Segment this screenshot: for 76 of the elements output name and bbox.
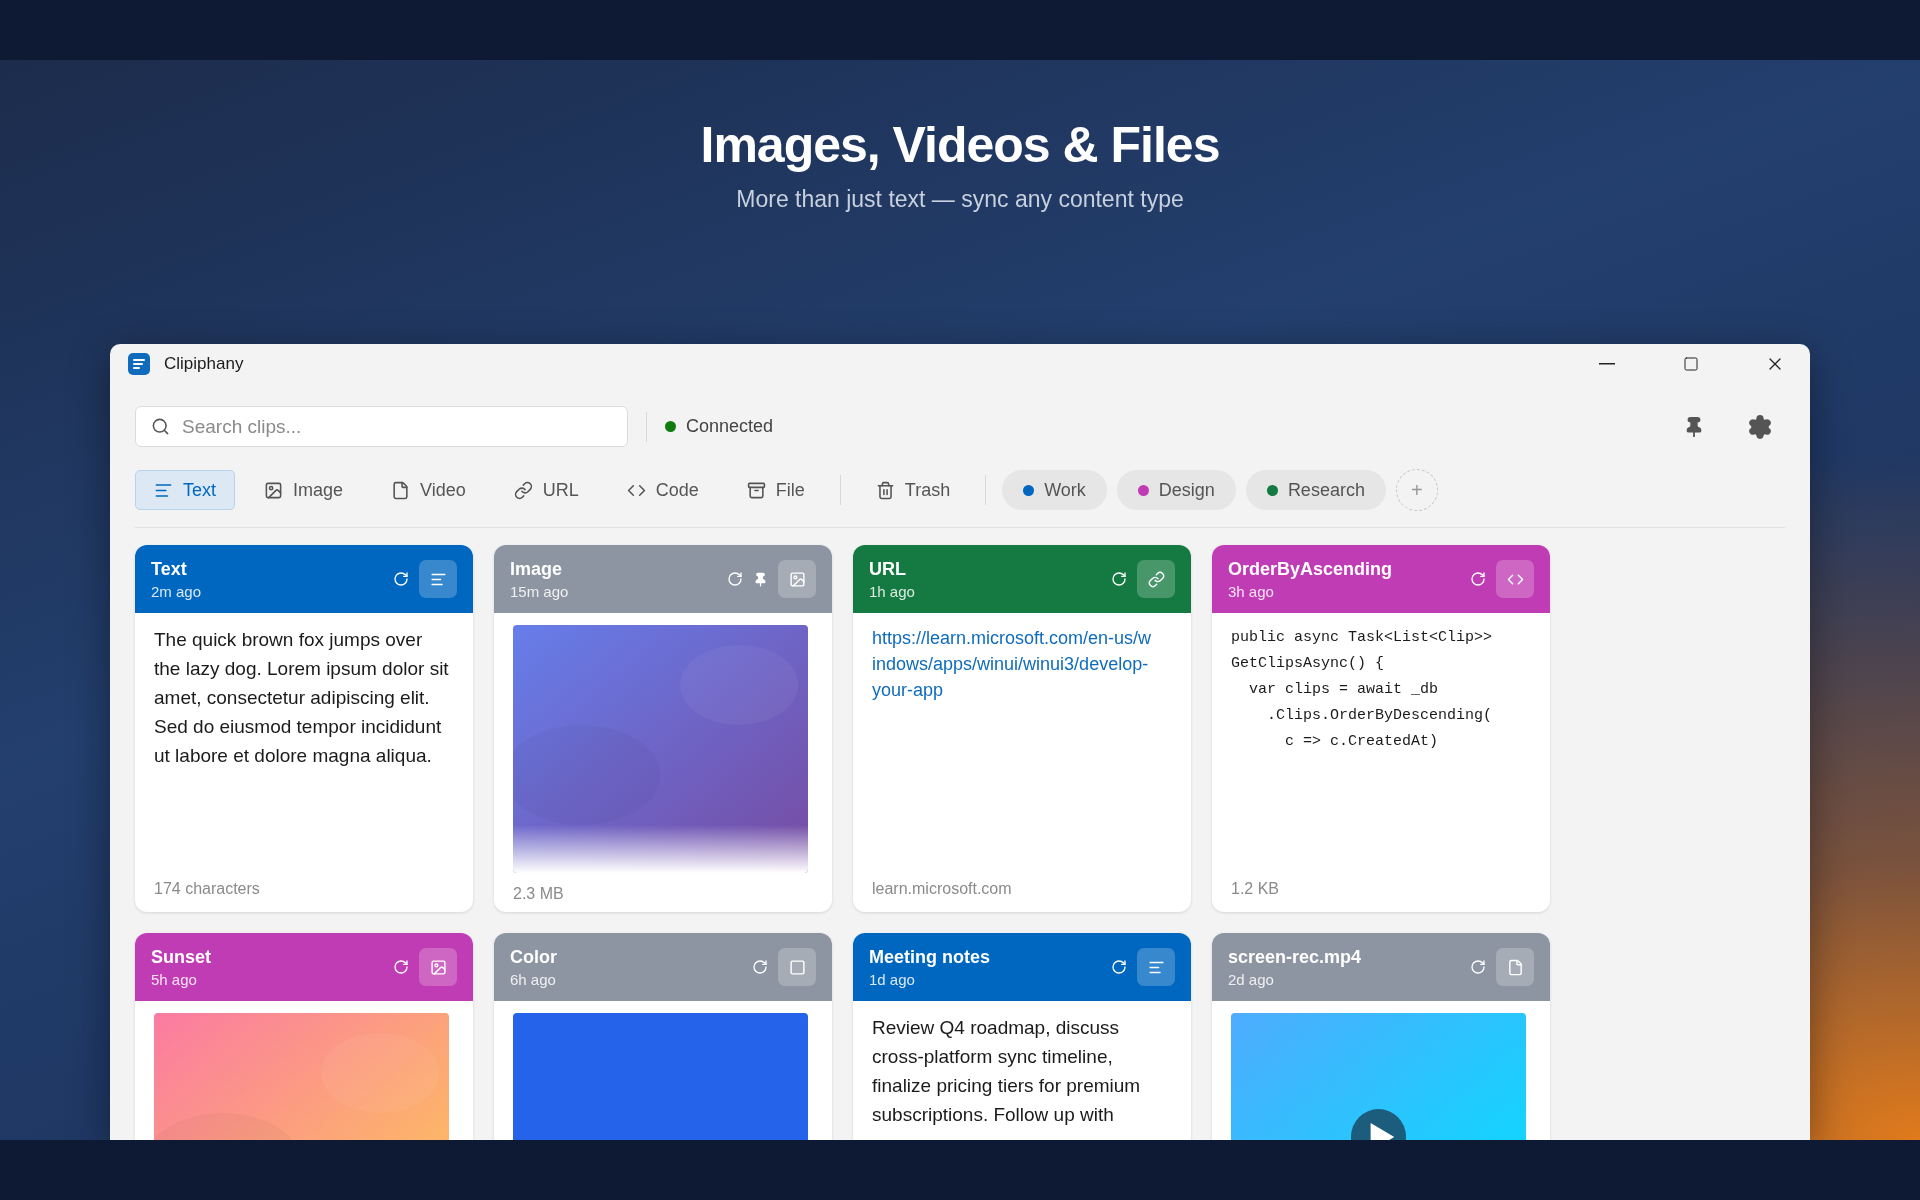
- image-icon: [264, 480, 283, 500]
- type-tab[interactable]: URL: [494, 470, 598, 510]
- sync-icon: [1470, 959, 1486, 975]
- clip-card[interactable]: Meeting notes 1d ago Review Q4 roadmap, discuss cross-platform sync timeline, finalize pricing tiers for premium subscriptions. Follow up with: [853, 933, 1191, 1140]
- clip-time: 15m ago: [510, 582, 570, 600]
- clip-type-button[interactable]: [419, 948, 457, 986]
- clip-time: 1d ago: [869, 970, 916, 988]
- clip-link[interactable]: https://learn.microsoft.com/en-us/windows/apps/winui/winui3/develop-your-app: [872, 625, 1167, 703]
- connection-status: Connected: [686, 416, 774, 437]
- clip-meta: 1.2 KB: [1231, 879, 1281, 899]
- sync-icon: [393, 571, 409, 587]
- image-icon: [788, 570, 806, 588]
- type-tab[interactable]: Video: [372, 470, 485, 510]
- clip-time: 5h ago: [151, 970, 198, 988]
- clip-type-button[interactable]: [1496, 560, 1534, 598]
- sync-icon: [1111, 959, 1127, 975]
- app-logo-icon: [128, 353, 150, 375]
- archive-icon: [746, 480, 766, 500]
- sync-icon: [1470, 571, 1486, 587]
- minimize-icon: [1599, 363, 1615, 365]
- square-icon: [788, 958, 806, 976]
- clip-card[interactable]: Sunset 5h ago: [135, 933, 473, 1140]
- file-icon: [1506, 958, 1524, 976]
- clip-time: 6h ago: [510, 970, 557, 988]
- sync-icon: [1111, 571, 1127, 587]
- clip-type-button[interactable]: [1137, 948, 1175, 986]
- link-icon: [1147, 570, 1165, 588]
- image-icon: [429, 958, 447, 976]
- hero-subtitle: More than just text — sync any content type: [736, 186, 1184, 213]
- link-icon: [513, 480, 533, 500]
- clip-meta: 2.3 MB: [513, 884, 565, 904]
- clip-type-button[interactable]: [1496, 948, 1534, 986]
- clip-meta: learn.microsoft.com: [872, 879, 1013, 899]
- code-snippet: public async Task<List<Clip>> GetClipsAsync() { var clips = await _db .Clips.OrderByDescending( c => c.CreatedAt): [1231, 628, 1494, 752]
- trash-icon: [875, 480, 895, 500]
- clip-meta: 174 characters: [154, 879, 261, 899]
- clip-title: screen-rec.mp4: [1228, 946, 1363, 968]
- clip-title: Meeting notes: [869, 946, 991, 968]
- window-title: Clipiphany: [164, 354, 245, 374]
- trash-tab[interactable]: Trash: [856, 470, 970, 510]
- clip-title: Sunset: [151, 946, 212, 968]
- clip-card[interactable]: Image 15m ago 2.3 MB: [494, 545, 832, 912]
- file-icon: [391, 480, 411, 500]
- clip-type-button[interactable]: [778, 948, 816, 986]
- search-icon: [151, 417, 170, 436]
- clip-time: 3h ago: [1228, 582, 1275, 600]
- type-tab[interactable]: Code: [607, 470, 718, 510]
- clip-time: 2d ago: [1228, 970, 1275, 988]
- clip-card[interactable]: OrderByAscending 3h ago public async Task<List<Clip>> GetClipsAsync() { var clips = await _db .Clips.OrderByDescending( c => c.CreatedAt) 1.2 KB: [1212, 545, 1550, 912]
- clip-title: URL: [869, 558, 907, 580]
- clip-title: OrderByAscending: [1228, 558, 1394, 580]
- type-tab[interactable]: Image: [245, 470, 363, 510]
- type-tab[interactable]: File: [727, 470, 824, 510]
- clip-text: The quick brown fox jumps over the lazy dog. Lorem ipsum dolor sit amet, consectetur adipiscing elit. Sed do eiusmod tempor incididunt ut labore et dolore magna aliqua.: [154, 628, 449, 768]
- tag-filter[interactable]: Work: [1002, 470, 1107, 510]
- type-tab[interactable]: Text: [135, 470, 235, 510]
- clip-type-button[interactable]: [419, 560, 457, 598]
- clip-text: Review Q4 roadmap, discuss cross-platform sync timeline, finalize pricing tiers for premium subscriptions. Follow up with: [872, 1016, 1142, 1127]
- sync-icon: [727, 571, 743, 587]
- clip-type-button[interactable]: [778, 560, 816, 598]
- clip-title: Color: [510, 946, 558, 968]
- search-field[interactable]: Search clips...: [135, 406, 628, 447]
- clip-card[interactable]: URL 1h ago https://learn.microsoft.com/en-us/windows/apps/winui/winui3/develop-your-app learn.microsoft.com: [853, 545, 1191, 912]
- clip-time: 1h ago: [869, 582, 916, 600]
- settings-icon: [1747, 413, 1773, 440]
- sync-icon: [393, 959, 409, 975]
- tag-filter[interactable]: Research: [1245, 470, 1386, 510]
- clip-title: Text: [151, 558, 188, 580]
- clip-title: Image: [510, 558, 564, 580]
- clip-card[interactable]: Text 2m ago The quick brown fox jumps over the lazy dog. Lorem ipsum dolor sit amet, consectetur adipiscing elit. Sed do eiusmod tempor incididunt ut labore et dolore magna aliqua. 174 characters: [135, 545, 473, 912]
- hero-title: Images, Videos & Files: [700, 116, 1220, 174]
- clip-time: 2m ago: [151, 582, 203, 600]
- tag-filter[interactable]: Design: [1116, 470, 1236, 510]
- sync-icon: [752, 959, 768, 975]
- maximize-icon: [1683, 356, 1699, 372]
- clip-type-button[interactable]: [1137, 560, 1175, 598]
